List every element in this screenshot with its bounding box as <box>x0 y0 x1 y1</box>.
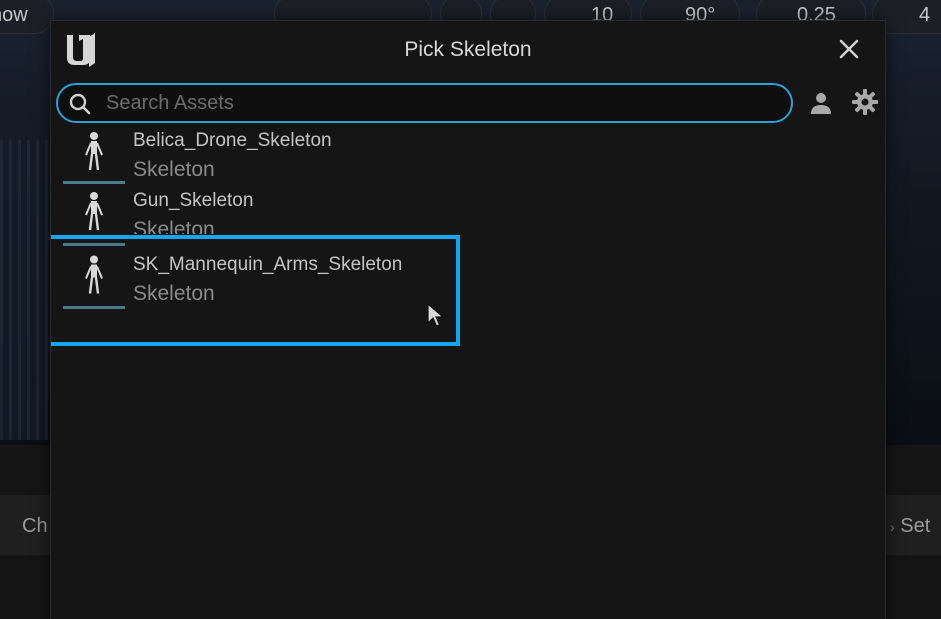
editor-window: how 10 90° 0.25 4 Ch › Set Pick Skeleton <box>0 0 941 619</box>
close-icon[interactable] <box>835 35 863 63</box>
thumbnail-type-bar <box>63 243 125 246</box>
search-input[interactable] <box>106 89 776 117</box>
list-item[interactable]: Gun_Skeleton Skeleton <box>51 186 885 234</box>
asset-type: Skeleton <box>133 158 215 181</box>
thumbnail-type-bar <box>63 181 125 184</box>
dialog-title: Pick Skeleton <box>404 38 532 61</box>
asset-name: Belica_Drone_Skeleton <box>133 130 332 151</box>
pick-skeleton-dialog: Pick Skeleton Search Assets Belica_Drone… <box>50 20 886 619</box>
asset-type: Skeleton <box>133 282 215 305</box>
asset-list: Belica_Drone_Skeleton Skeleton Gun_Skele… <box>51 126 885 619</box>
skeleton-icon <box>85 132 103 171</box>
thumbnail-type-bar <box>63 306 125 309</box>
bottom-right-label[interactable]: › Set <box>890 515 930 538</box>
camera-speed-value: 4 <box>919 4 931 26</box>
skeleton-thumbnail <box>63 186 125 234</box>
search-row <box>51 81 885 125</box>
dialog-titlebar[interactable]: Pick Skeleton <box>51 21 885 79</box>
list-item-selected[interactable]: SK_Mannequin_Arms_Skeleton Skeleton <box>51 243 885 309</box>
search-icon <box>69 93 91 115</box>
skeleton-thumbnail <box>63 243 125 309</box>
bottom-right-label-text: Set <box>900 515 931 537</box>
mouse-cursor-icon <box>427 303 445 327</box>
list-item[interactable]: Belica_Drone_Skeleton Skeleton <box>51 126 885 186</box>
skeleton-icon <box>85 192 103 231</box>
show-menu-label: how <box>0 4 28 26</box>
user-filter-icon[interactable] <box>808 90 834 116</box>
skeleton-thumbnail <box>63 126 125 184</box>
show-menu-button[interactable]: how <box>0 0 54 34</box>
asset-type: Skeleton <box>133 218 215 234</box>
search-box[interactable] <box>56 83 793 123</box>
skeleton-icon <box>85 255 103 294</box>
asset-name: SK_Mannequin_Arms_Skeleton <box>133 254 403 275</box>
asset-name: Gun_Skeleton <box>133 190 254 211</box>
gear-icon[interactable] <box>851 88 879 116</box>
bottom-left-label[interactable]: Ch <box>22 515 48 538</box>
